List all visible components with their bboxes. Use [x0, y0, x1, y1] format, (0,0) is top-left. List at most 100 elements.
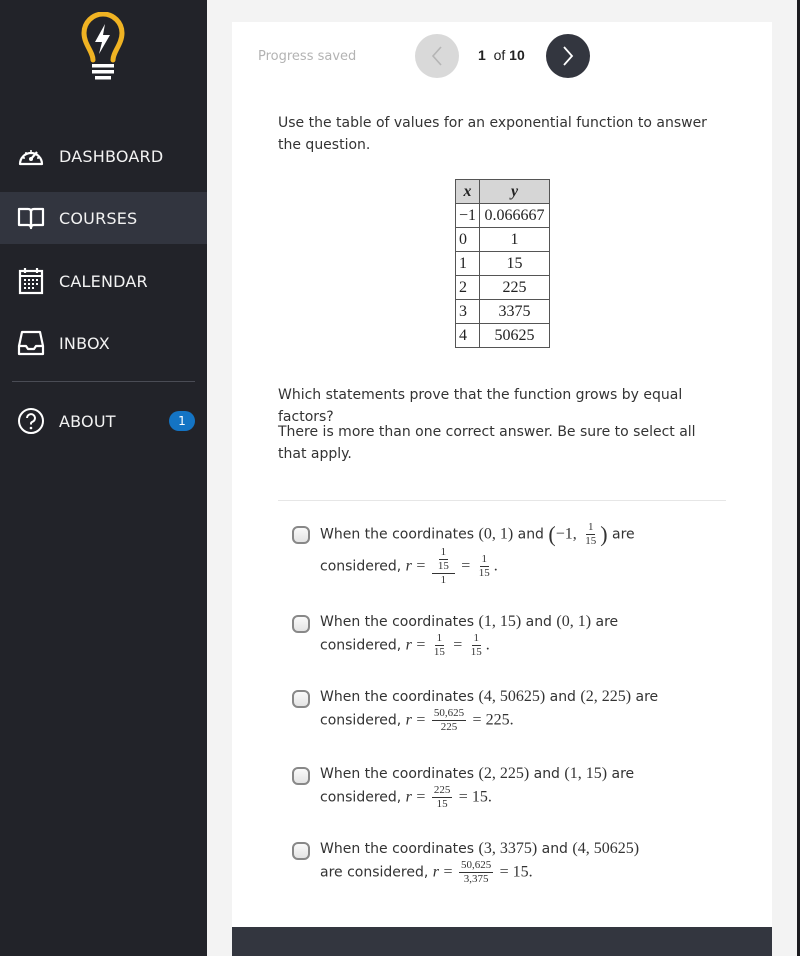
- question-intro: Use the table of values for an exponenti…: [278, 115, 707, 153]
- ratio-result: = 15.: [499, 863, 533, 881]
- fraction-numerator: 1: [434, 632, 445, 646]
- option-text: When the coordinates (1, 15) and (0, 1) …: [320, 611, 662, 658]
- sidebar-item-label: DASHBOARD: [59, 146, 164, 166]
- table-cell-x: 4: [455, 323, 480, 348]
- answer-option-4[interactable]: When the coordinates (2, 225) and (1, 15…: [292, 763, 662, 810]
- fraction: 1 15 1: [431, 547, 455, 586]
- answer-option-1[interactable]: When the coordinates (0, 1) and (−1, 1 15…: [292, 522, 662, 586]
- question-card: Progress saved 1 of 10 Use the table of …: [232, 22, 772, 956]
- option-checkbox[interactable]: [292, 842, 310, 860]
- answer-option-5[interactable]: When the coordinates (3, 3375) and (4, 5…: [292, 838, 662, 885]
- page-indicator: 1 of 10: [478, 47, 525, 63]
- sidebar-item-courses[interactable]: COURSES: [0, 192, 207, 244]
- option-lead: When the coordinates: [320, 766, 475, 782]
- paren-close: ): [600, 521, 608, 547]
- sidebar-item-about[interactable]: ABOUT 1: [0, 395, 207, 447]
- fraction: 1 15: [477, 554, 492, 579]
- answer-option-2[interactable]: When the coordinates (1, 15) and (0, 1) …: [292, 611, 662, 658]
- option-checkbox[interactable]: [292, 690, 310, 708]
- point-1: (4, 50625): [478, 688, 546, 705]
- table-cell-x: 1: [455, 251, 480, 276]
- table-row: 1 15: [455, 251, 550, 276]
- equals-sign: =: [453, 636, 463, 654]
- values-table: x y −1 0.066667 01 1 15 2 225 3 3375 4 50625: [455, 179, 550, 348]
- option-checkbox[interactable]: [292, 767, 310, 785]
- section-divider: [278, 500, 726, 501]
- period: .: [485, 636, 490, 654]
- fraction-numerator: 50,625: [431, 707, 467, 721]
- fraction-denominator: 1: [440, 574, 447, 586]
- page-total: 10: [509, 47, 525, 63]
- fraction-numerator: 1: [471, 632, 482, 646]
- option-lead: When the coordinates: [320, 689, 475, 705]
- option-text: When the coordinates (2, 225) and (1, 15…: [320, 763, 662, 810]
- fraction-numerator: 1: [479, 553, 490, 567]
- fraction-numerator: 1: [438, 546, 449, 560]
- ratio-result: = 15.: [458, 788, 492, 806]
- fraction: 50,625 225: [431, 707, 467, 733]
- chevron-left-icon: [431, 46, 442, 66]
- question-instructions: There is more than one correct answer. B…: [278, 424, 696, 462]
- fraction-denominator: 15: [436, 798, 448, 810]
- sidebar-item-label: COURSES: [59, 208, 138, 228]
- lightbulb-logo[interactable]: [80, 11, 126, 84]
- page-current: 1: [478, 47, 486, 63]
- table-cell-x: −1: [455, 203, 480, 228]
- notification-badge: 1: [169, 411, 195, 431]
- table-cell-x: 2: [455, 275, 480, 300]
- table-cell-y: 1: [479, 227, 550, 252]
- fraction: 1 15: [469, 633, 484, 658]
- progress-status: Progress saved: [258, 49, 357, 64]
- ratio-variable: r: [405, 788, 412, 806]
- table-row: 2 225: [455, 275, 550, 300]
- next-question-button[interactable]: [546, 34, 590, 78]
- point-1: (0, 1): [478, 525, 514, 543]
- question-topbar: Progress saved 1 of 10: [232, 22, 772, 92]
- table-cell-x: 0: [455, 227, 480, 252]
- fraction-numerator: 225: [431, 784, 453, 798]
- table-cell-y: 3375: [479, 299, 550, 324]
- sidebar-item-inbox[interactable]: INBOX: [0, 317, 207, 369]
- option-checkbox[interactable]: [292, 615, 310, 633]
- sidebar: DASHBOARD COURSES CALENDAR INBOX ABOUT 1: [0, 0, 207, 956]
- point-1: (1, 15): [478, 613, 522, 630]
- table-header-y: y: [479, 179, 550, 204]
- table-row: −1 0.066667: [455, 203, 550, 228]
- fraction-numerator: 1: [585, 521, 596, 535]
- fraction: 50,625 3,375: [458, 860, 494, 885]
- book-icon: [16, 203, 46, 233]
- fraction: 225 15: [431, 784, 453, 810]
- equals-sign: =: [416, 711, 426, 729]
- fraction-denominator: 225: [440, 721, 458, 733]
- sidebar-item-label: ABOUT: [59, 411, 116, 431]
- point-2: (0, 1): [556, 613, 592, 630]
- table-row: 01: [455, 227, 550, 252]
- sidebar-item-dashboard[interactable]: DASHBOARD: [0, 130, 207, 182]
- option-and: and: [517, 526, 544, 543]
- fraction-denominator: 15: [585, 535, 597, 547]
- previous-question-button[interactable]: [415, 34, 459, 78]
- ratio-variable: r: [405, 557, 412, 575]
- fraction-denominator: 3,375: [463, 873, 489, 885]
- point-2: (4, 50625): [572, 840, 640, 857]
- fraction: 1 15: [432, 633, 447, 658]
- sidebar-divider: [12, 381, 195, 382]
- option-text: When the coordinates (0, 1) and (−1, 1 15…: [320, 522, 662, 586]
- point-2: (1, 15): [564, 765, 608, 782]
- sidebar-item-label: INBOX: [59, 333, 110, 353]
- table-cell-y: 15: [479, 251, 550, 276]
- option-lead: When the coordinates: [320, 614, 475, 630]
- point-1: (2, 225): [478, 765, 530, 782]
- footer-bar: [232, 927, 772, 956]
- point-2: (2, 225): [580, 688, 632, 705]
- option-and: and: [541, 841, 568, 857]
- fraction-denominator: 15: [478, 567, 490, 579]
- answer-option-3[interactable]: When the coordinates (4, 50625) and (2, …: [292, 686, 662, 733]
- option-checkbox[interactable]: [292, 526, 310, 544]
- ratio-variable: r: [405, 711, 412, 729]
- option-and: and: [549, 689, 576, 705]
- fraction: 1 15: [436, 547, 451, 572]
- option-lead: When the coordinates: [320, 841, 475, 857]
- equals-sign: =: [416, 788, 426, 806]
- sidebar-item-calendar[interactable]: CALENDAR: [0, 255, 207, 307]
